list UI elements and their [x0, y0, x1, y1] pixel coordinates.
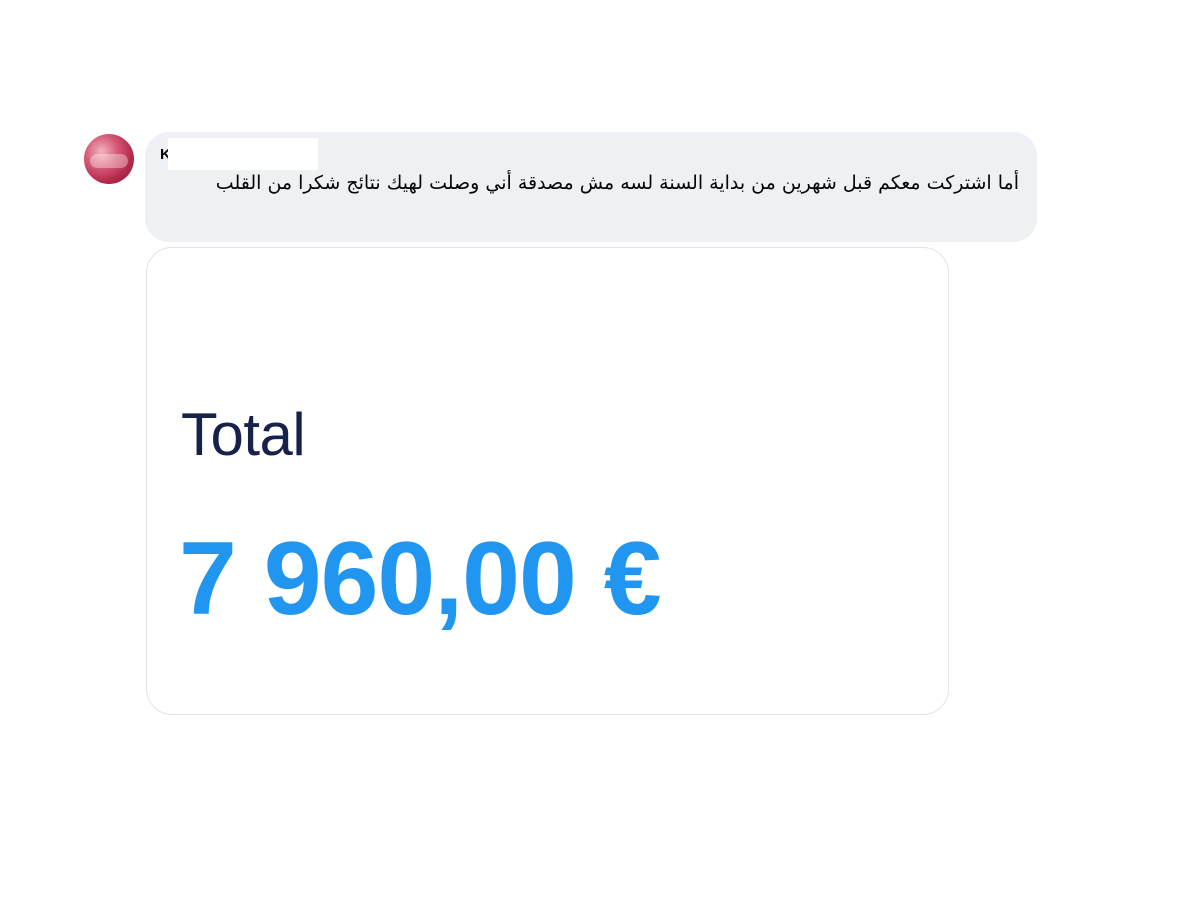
- avatar-flower-icon: [90, 154, 128, 168]
- total-label: Total: [181, 401, 306, 468]
- comment-text: أما اشتركت معكم قبل شهرين من بداية السنة…: [215, 172, 1019, 194]
- commenter-avatar[interactable]: [84, 134, 134, 184]
- comment-bubble: K أما اشتركت معكم قبل شهرين من بداية الس…: [145, 132, 1037, 242]
- comment-thread: K أما اشتركت معكم قبل شهرين من بداية الس…: [0, 0, 1179, 914]
- total-amount: 7 960,00 €: [179, 521, 662, 637]
- redaction-box: [168, 138, 318, 170]
- comment-image-attachment[interactable]: Total 7 960,00 €: [146, 247, 949, 715]
